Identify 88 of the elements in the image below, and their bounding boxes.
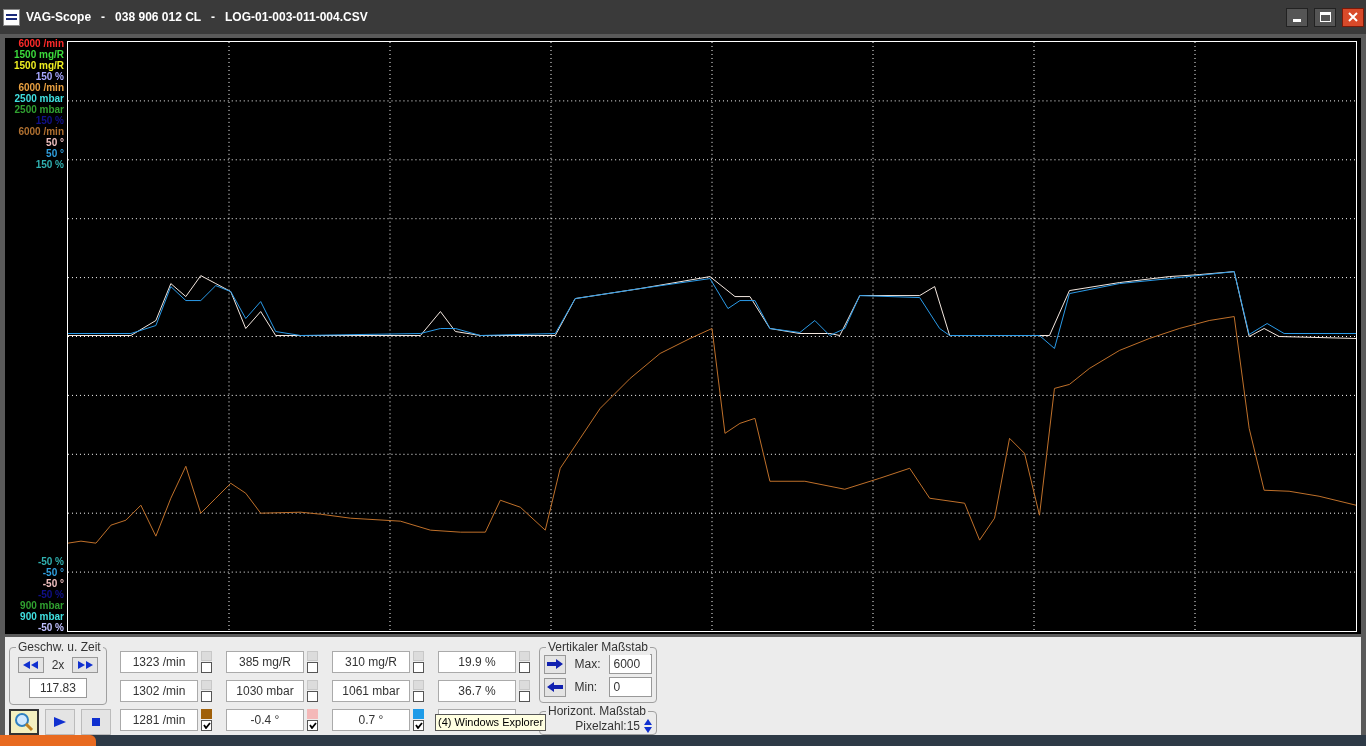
minimize-icon xyxy=(1293,18,1301,22)
scale-label: 6000 /min xyxy=(18,126,64,137)
rewind-icon xyxy=(22,661,39,669)
maximize-button[interactable] xyxy=(1314,7,1336,27)
color-swatch[interactable] xyxy=(307,680,318,690)
color-swatch[interactable] xyxy=(307,651,318,661)
color-swatch[interactable] xyxy=(519,651,530,661)
magnifier-icon xyxy=(14,712,34,732)
reading-field: 385 mg/R xyxy=(226,651,304,673)
checkbox[interactable] xyxy=(413,691,424,702)
checkbox[interactable] xyxy=(307,691,318,702)
minimize-button[interactable] xyxy=(1286,7,1308,27)
reading-field: 1030 mbar xyxy=(226,680,304,702)
min-field[interactable]: 0 xyxy=(608,677,652,697)
arrow-left-button[interactable] xyxy=(544,677,567,697)
app-logo-icon xyxy=(3,8,20,26)
zoom-button[interactable] xyxy=(9,709,39,735)
color-swatch[interactable] xyxy=(519,680,530,690)
reading-field: -0.4 ° xyxy=(226,709,304,731)
color-swatch[interactable] xyxy=(201,680,212,690)
fast-forward-icon xyxy=(77,661,94,669)
close-button[interactable] xyxy=(1342,7,1364,27)
scale-label: 900 mbar xyxy=(20,600,64,611)
checkbox[interactable] xyxy=(307,720,318,731)
max-label: Max: xyxy=(574,656,601,673)
reading-field: 310 mg/R xyxy=(332,651,410,673)
scale-label: 50 ° xyxy=(46,137,64,148)
checkbox[interactable] xyxy=(307,662,318,673)
scale-label: 150 % xyxy=(35,159,64,170)
scale-label: 6000 /min xyxy=(18,82,64,93)
scale-label: 900 mbar xyxy=(20,611,64,622)
speed-label: 2x xyxy=(51,657,65,674)
close-icon xyxy=(1348,12,1358,22)
time-field[interactable]: 117.83 xyxy=(29,678,87,698)
scale-label: -50 % xyxy=(37,622,64,633)
arrow-right-button[interactable] xyxy=(544,654,567,674)
stop-icon xyxy=(92,718,100,726)
reading-field: 36.7 % xyxy=(438,680,516,702)
scale-label: -50 % xyxy=(37,556,64,567)
checkmark-icon xyxy=(202,722,211,729)
reading-field: 1323 /min xyxy=(120,651,198,673)
play-button[interactable] xyxy=(45,709,75,735)
rewind-button[interactable] xyxy=(17,657,44,673)
scale-label: 2500 mbar xyxy=(14,93,64,104)
color-swatch[interactable] xyxy=(201,651,212,661)
reading-field: 19.9 % xyxy=(438,651,516,673)
scale-label: 150 % xyxy=(35,71,64,82)
tooltip: (4) Windows Explorer xyxy=(435,714,547,731)
stop-button[interactable] xyxy=(81,709,111,735)
reading-field: 1061 mbar xyxy=(332,680,410,702)
checkbox[interactable] xyxy=(519,691,530,702)
color-swatch[interactable] xyxy=(307,709,318,719)
arrow-right-icon xyxy=(547,659,564,669)
scale-label: 1500 mg/R xyxy=(13,49,64,60)
color-swatch[interactable] xyxy=(201,709,212,719)
maximize-icon xyxy=(1319,12,1331,22)
start-button[interactable] xyxy=(0,735,96,746)
scale-label: 2500 mbar xyxy=(14,104,64,115)
checkbox[interactable] xyxy=(519,662,530,673)
checkbox[interactable] xyxy=(413,662,424,673)
play-icon xyxy=(54,717,66,727)
color-swatch[interactable] xyxy=(413,680,424,690)
scale-label: -50 ° xyxy=(42,578,64,589)
group-title: Vertikaler Maßstab xyxy=(546,639,651,655)
reading-field: 0.7 ° xyxy=(332,709,410,731)
color-swatch[interactable] xyxy=(413,651,424,661)
pixel-count-label: Pixelzahl:15 xyxy=(575,718,640,735)
color-swatch[interactable] xyxy=(413,709,424,719)
spinner-icon[interactable] xyxy=(644,719,652,733)
checkbox[interactable] xyxy=(201,691,212,702)
scale-label: -50 % xyxy=(37,589,64,600)
checkbox[interactable] xyxy=(413,720,424,731)
checkmark-icon xyxy=(414,722,423,729)
reading-field: 1302 /min xyxy=(120,680,198,702)
checkbox[interactable] xyxy=(201,720,212,731)
fast-forward-button[interactable] xyxy=(72,657,99,673)
scale-label: 1500 mg/R xyxy=(13,60,64,71)
checkbox[interactable] xyxy=(201,662,212,673)
scale-label: -50 ° xyxy=(42,567,64,578)
min-label: Min: xyxy=(574,679,599,696)
scale-label: 50 ° xyxy=(46,148,64,159)
scale-label: 6000 /min xyxy=(18,38,64,49)
arrow-left-icon xyxy=(547,682,564,692)
checkmark-icon xyxy=(308,722,317,729)
scale-label: 150 % xyxy=(35,115,64,126)
max-field[interactable]: 6000 xyxy=(608,654,652,674)
reading-field: 1281 /min xyxy=(120,709,198,731)
window-title: VAG-Scope - 038 906 012 CL - LOG-01-003-011-004.CSV xyxy=(26,9,368,26)
